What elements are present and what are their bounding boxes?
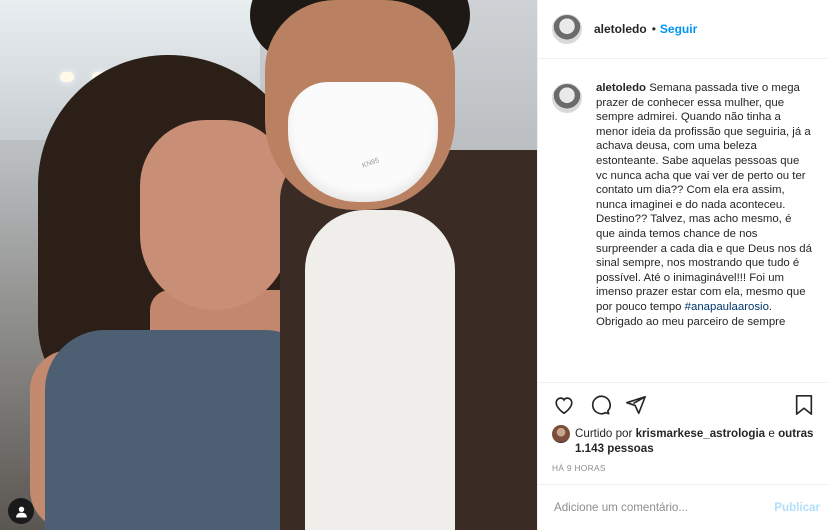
save-button[interactable] — [792, 393, 816, 417]
likes-connector: e — [768, 427, 775, 440]
heart-icon — [555, 396, 573, 414]
man-sweater — [305, 210, 455, 530]
add-comment-bar: Publicar — [538, 484, 828, 530]
likes-prefix: Curtido por — [575, 427, 633, 440]
instagram-post: KN95 aletoledo • Seguir aletoledo Semana… — [0, 0, 828, 530]
comment-icon — [591, 395, 611, 415]
publish-button[interactable]: Publicar — [774, 501, 820, 514]
separator-dot: • — [651, 22, 656, 36]
share-button[interactable] — [624, 393, 648, 417]
woman-face — [140, 120, 290, 310]
caption-body: Semana passada tive o mega prazer de con… — [596, 82, 812, 313]
likes-text: Curtido por krismarkese_astrologia e out… — [575, 426, 814, 456]
caption-text: aletoledo Semana passada tive o mega pra… — [596, 81, 812, 329]
caption: aletoledo Semana passada tive o mega pra… — [552, 81, 814, 329]
comment-input[interactable] — [552, 500, 775, 515]
post-timestamp[interactable]: HÁ 9 HORAS — [538, 456, 828, 476]
caption-avatar[interactable] — [552, 83, 582, 113]
bookmark-icon — [795, 394, 813, 415]
like-button[interactable] — [552, 393, 576, 417]
comment-button[interactable] — [588, 393, 612, 417]
liker-avatar[interactable] — [552, 425, 570, 443]
caption-hashtag[interactable]: #anapaulaarosio — [685, 301, 769, 313]
follow-button[interactable]: Seguir — [660, 22, 697, 36]
post-photo[interactable]: KN95 — [0, 0, 537, 530]
post-sidebar: aletoledo • Seguir aletoledo Semana pass… — [537, 0, 828, 530]
user-icon — [15, 506, 27, 517]
avatar[interactable] — [552, 14, 582, 44]
caption-username[interactable]: aletoledo — [596, 82, 646, 94]
action-bar — [538, 382, 828, 426]
liker-username[interactable]: krismarkese_astrologia — [636, 427, 766, 440]
comments-area[interactable]: aletoledo Semana passada tive o mega pra… — [538, 59, 828, 382]
tagged-users-button[interactable] — [8, 498, 34, 524]
likes-summary: Curtido por krismarkese_astrologia e out… — [538, 425, 828, 456]
send-icon — [626, 395, 646, 414]
header-username[interactable]: aletoledo — [594, 22, 647, 36]
post-header: aletoledo • Seguir — [538, 0, 828, 59]
